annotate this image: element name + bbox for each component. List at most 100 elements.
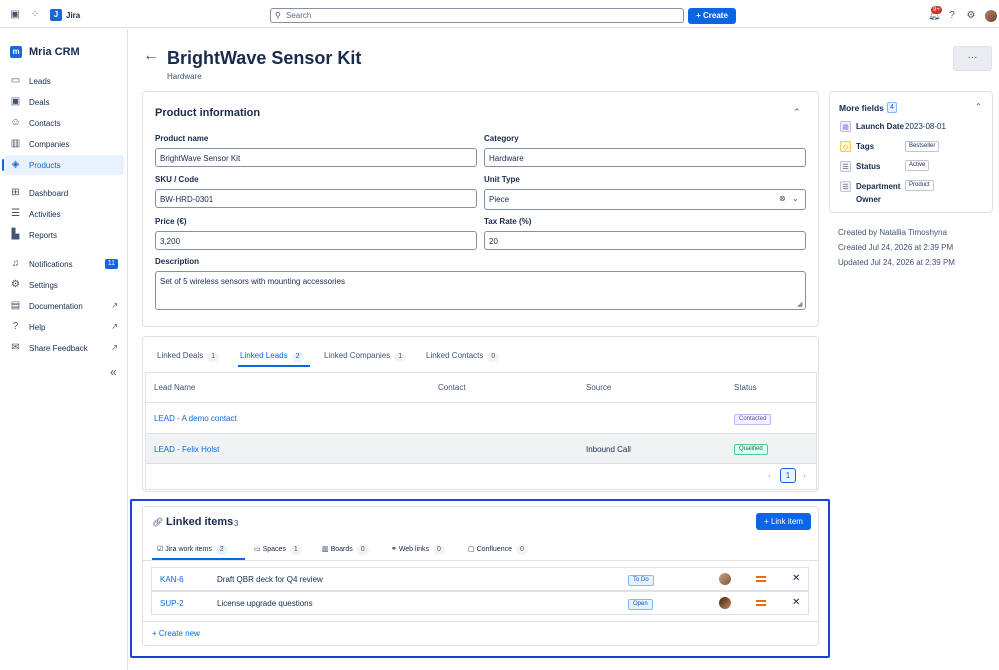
lead-name-link[interactable]: LEAD - Felix Holst: [154, 445, 219, 454]
tab-label: Web links: [398, 546, 430, 553]
sidebar-item-documentation[interactable]: ▤ Documentation ↗: [4, 296, 124, 316]
collapse-chevron-up-icon[interactable]: ⌃: [793, 107, 801, 118]
tab-linked-leads[interactable]: Linked Leads 2: [240, 351, 304, 362]
unit-type-select[interactable]: Piece ⊗ ⌄: [484, 189, 806, 210]
unlink-close-icon[interactable]: ✕: [792, 597, 800, 608]
settings-gear-icon[interactable]: ⚙: [966, 11, 976, 21]
column-header-status: Status: [734, 383, 757, 392]
collapse-sidebar-icon[interactable]: «: [110, 365, 117, 379]
tab-count: 1: [207, 352, 220, 362]
chevron-down-icon[interactable]: ⌄: [792, 194, 799, 203]
sidebar-toggle-icon[interactable]: ▣: [10, 10, 20, 20]
tab-linked-companies[interactable]: Linked Companies 1: [324, 351, 407, 362]
sidebar-item-activities[interactable]: ☰ Activities: [4, 204, 124, 224]
work-item-key-link[interactable]: SUP-2: [160, 599, 184, 608]
jira-logo-icon[interactable]: J: [50, 9, 62, 21]
gear-icon: ⚙: [11, 279, 20, 290]
product-information-card: Product information ⌃ Product name Brigh…: [142, 91, 819, 327]
sku-value: BW-HRD-0301: [160, 195, 214, 204]
products-cube-icon: ◈: [11, 159, 20, 170]
leads-table: Lead Name Contact Source Status LEAD - A…: [145, 372, 817, 490]
tab-web-links[interactable]: ⚭ Web links 0: [391, 545, 445, 555]
next-page-icon[interactable]: ›: [803, 471, 806, 480]
tab-boards[interactable]: ▥ Boards 0: [322, 545, 369, 555]
status-badge[interactable]: Open: [628, 599, 653, 610]
status-badge[interactable]: To Do: [628, 575, 654, 586]
link-item-button[interactable]: + Link item: [756, 513, 811, 530]
lead-name-link[interactable]: LEAD - A demo contact: [154, 414, 237, 423]
table-row[interactable]: LEAD - Felix Holst Inbound Call Qualifie…: [146, 433, 816, 463]
search-bar[interactable]: ⚲: [270, 8, 684, 23]
sidebar-item-reports[interactable]: ▙ Reports: [4, 225, 124, 245]
created-by-text: Created by Natallia Timoshyna: [838, 228, 947, 237]
app-switcher-icon[interactable]: ⁘: [30, 10, 40, 20]
sidebar-item-label: Reports: [29, 231, 58, 240]
tab-count: 2: [291, 352, 304, 362]
collapse-chevron-up-icon[interactable]: ⌃: [975, 102, 982, 111]
more-fields-card: More fields 4 ⌃ ▦ Launch Date 2023-08-01…: [829, 91, 993, 213]
list-item[interactable]: KAN-6 Draft QBR deck for Q4 review To Do…: [151, 567, 809, 591]
page-1-button[interactable]: 1: [780, 468, 796, 483]
tab-jira-work-items[interactable]: ☑ Jira work items 2: [157, 545, 228, 555]
status-badge: Contacted: [734, 414, 772, 425]
assignee-avatar[interactable]: [719, 573, 731, 585]
sidebar-item-settings[interactable]: ⚙ Settings: [4, 275, 124, 295]
create-new-link[interactable]: + Create new: [152, 629, 200, 638]
tab-spaces[interactable]: ▭ Spaces 1: [254, 545, 302, 555]
create-new-label: Create new: [158, 629, 200, 638]
pagination: ‹ 1 ›: [146, 463, 816, 490]
sidebar-item-help[interactable]: ? Help ↗: [4, 317, 124, 337]
launch-date-value[interactable]: 2023-08-01: [905, 122, 946, 131]
created-at-text: Created Jul 24, 2026 at 2:39 PM: [838, 243, 954, 252]
product-name-field[interactable]: BrightWave Sensor Kit: [155, 148, 477, 167]
sidebar-item-dashboard[interactable]: ⊞ Dashboard: [4, 183, 124, 203]
page-title: BrightWave Sensor Kit: [167, 48, 362, 68]
sidebar-app-name: Mria CRM: [29, 46, 80, 58]
tax-rate-field[interactable]: 20: [484, 231, 806, 250]
resize-handle-icon[interactable]: ◢: [797, 300, 802, 308]
sidebar-item-leads[interactable]: ▭ Leads: [4, 71, 124, 91]
category-field[interactable]: Hardware: [484, 148, 806, 167]
sidebar-item-deals[interactable]: ▣ Deals: [4, 92, 124, 112]
table-row[interactable]: LEAD - A demo contact Contacted: [146, 402, 816, 433]
sidebar-item-products[interactable]: ◈ Products: [2, 155, 124, 175]
tab-linked-contacts[interactable]: Linked Contacts 0: [426, 351, 500, 362]
more-fields-count-badge: 4: [887, 102, 897, 113]
assignee-avatar[interactable]: [719, 597, 731, 609]
previous-page-icon[interactable]: ‹: [768, 471, 771, 480]
megaphone-icon: ✉: [11, 342, 20, 353]
sidebar-item-contacts[interactable]: ☺ Contacts: [4, 113, 124, 133]
jira-app-name[interactable]: Jira: [66, 11, 80, 20]
product-name-value: BrightWave Sensor Kit: [160, 154, 241, 163]
tag-badge[interactable]: Bestseller: [905, 141, 940, 152]
sidebar-item-companies[interactable]: ▥ Companies: [4, 134, 124, 154]
reports-chart-icon: ▙: [11, 229, 20, 240]
department-label-line2: Owner: [856, 195, 881, 204]
department-badge[interactable]: Product: [905, 180, 934, 191]
sidebar-item-share-feedback[interactable]: ✉ Share Feedback ↗: [4, 338, 124, 358]
work-item-key-link[interactable]: KAN-6: [160, 575, 184, 584]
more-actions-button[interactable]: ···: [953, 46, 992, 71]
unit-type-label: Unit Type: [484, 175, 520, 184]
search-input[interactable]: [286, 10, 666, 21]
tab-confluence[interactable]: ▢ Confluence 0: [468, 545, 528, 555]
clear-selection-icon[interactable]: ⊗: [779, 194, 786, 203]
help-icon[interactable]: ?: [947, 11, 957, 21]
price-field[interactable]: 3,200: [155, 231, 477, 250]
top-bar: ▣ ⁘ J Jira ⚲ + Create 🔔︎ 9+ ? ⚙: [0, 4, 999, 28]
back-arrow-icon[interactable]: ←: [143, 47, 159, 65]
sidebar-item-notifications[interactable]: ♫ Notifications 11: [4, 254, 124, 274]
unlink-close-icon[interactable]: ✕: [792, 573, 800, 584]
sidebar-item-label: Share Feedback: [29, 344, 88, 353]
list-item[interactable]: SUP-2 License upgrade questions Open ✕: [151, 591, 809, 615]
description-field[interactable]: Set of 5 wireless sensors with mounting …: [155, 271, 806, 310]
tab-linked-deals[interactable]: Linked Deals 1: [157, 351, 220, 362]
tag-icon: ◇: [840, 141, 851, 152]
status-badge[interactable]: Active: [905, 160, 930, 171]
page-subtitle: Hardware: [167, 72, 202, 81]
user-avatar[interactable]: [985, 10, 997, 22]
create-button[interactable]: + Create: [688, 8, 736, 24]
tab-label: Spaces: [262, 546, 286, 553]
sku-field[interactable]: BW-HRD-0301: [155, 189, 477, 208]
search-icon: ⚲: [275, 11, 281, 20]
